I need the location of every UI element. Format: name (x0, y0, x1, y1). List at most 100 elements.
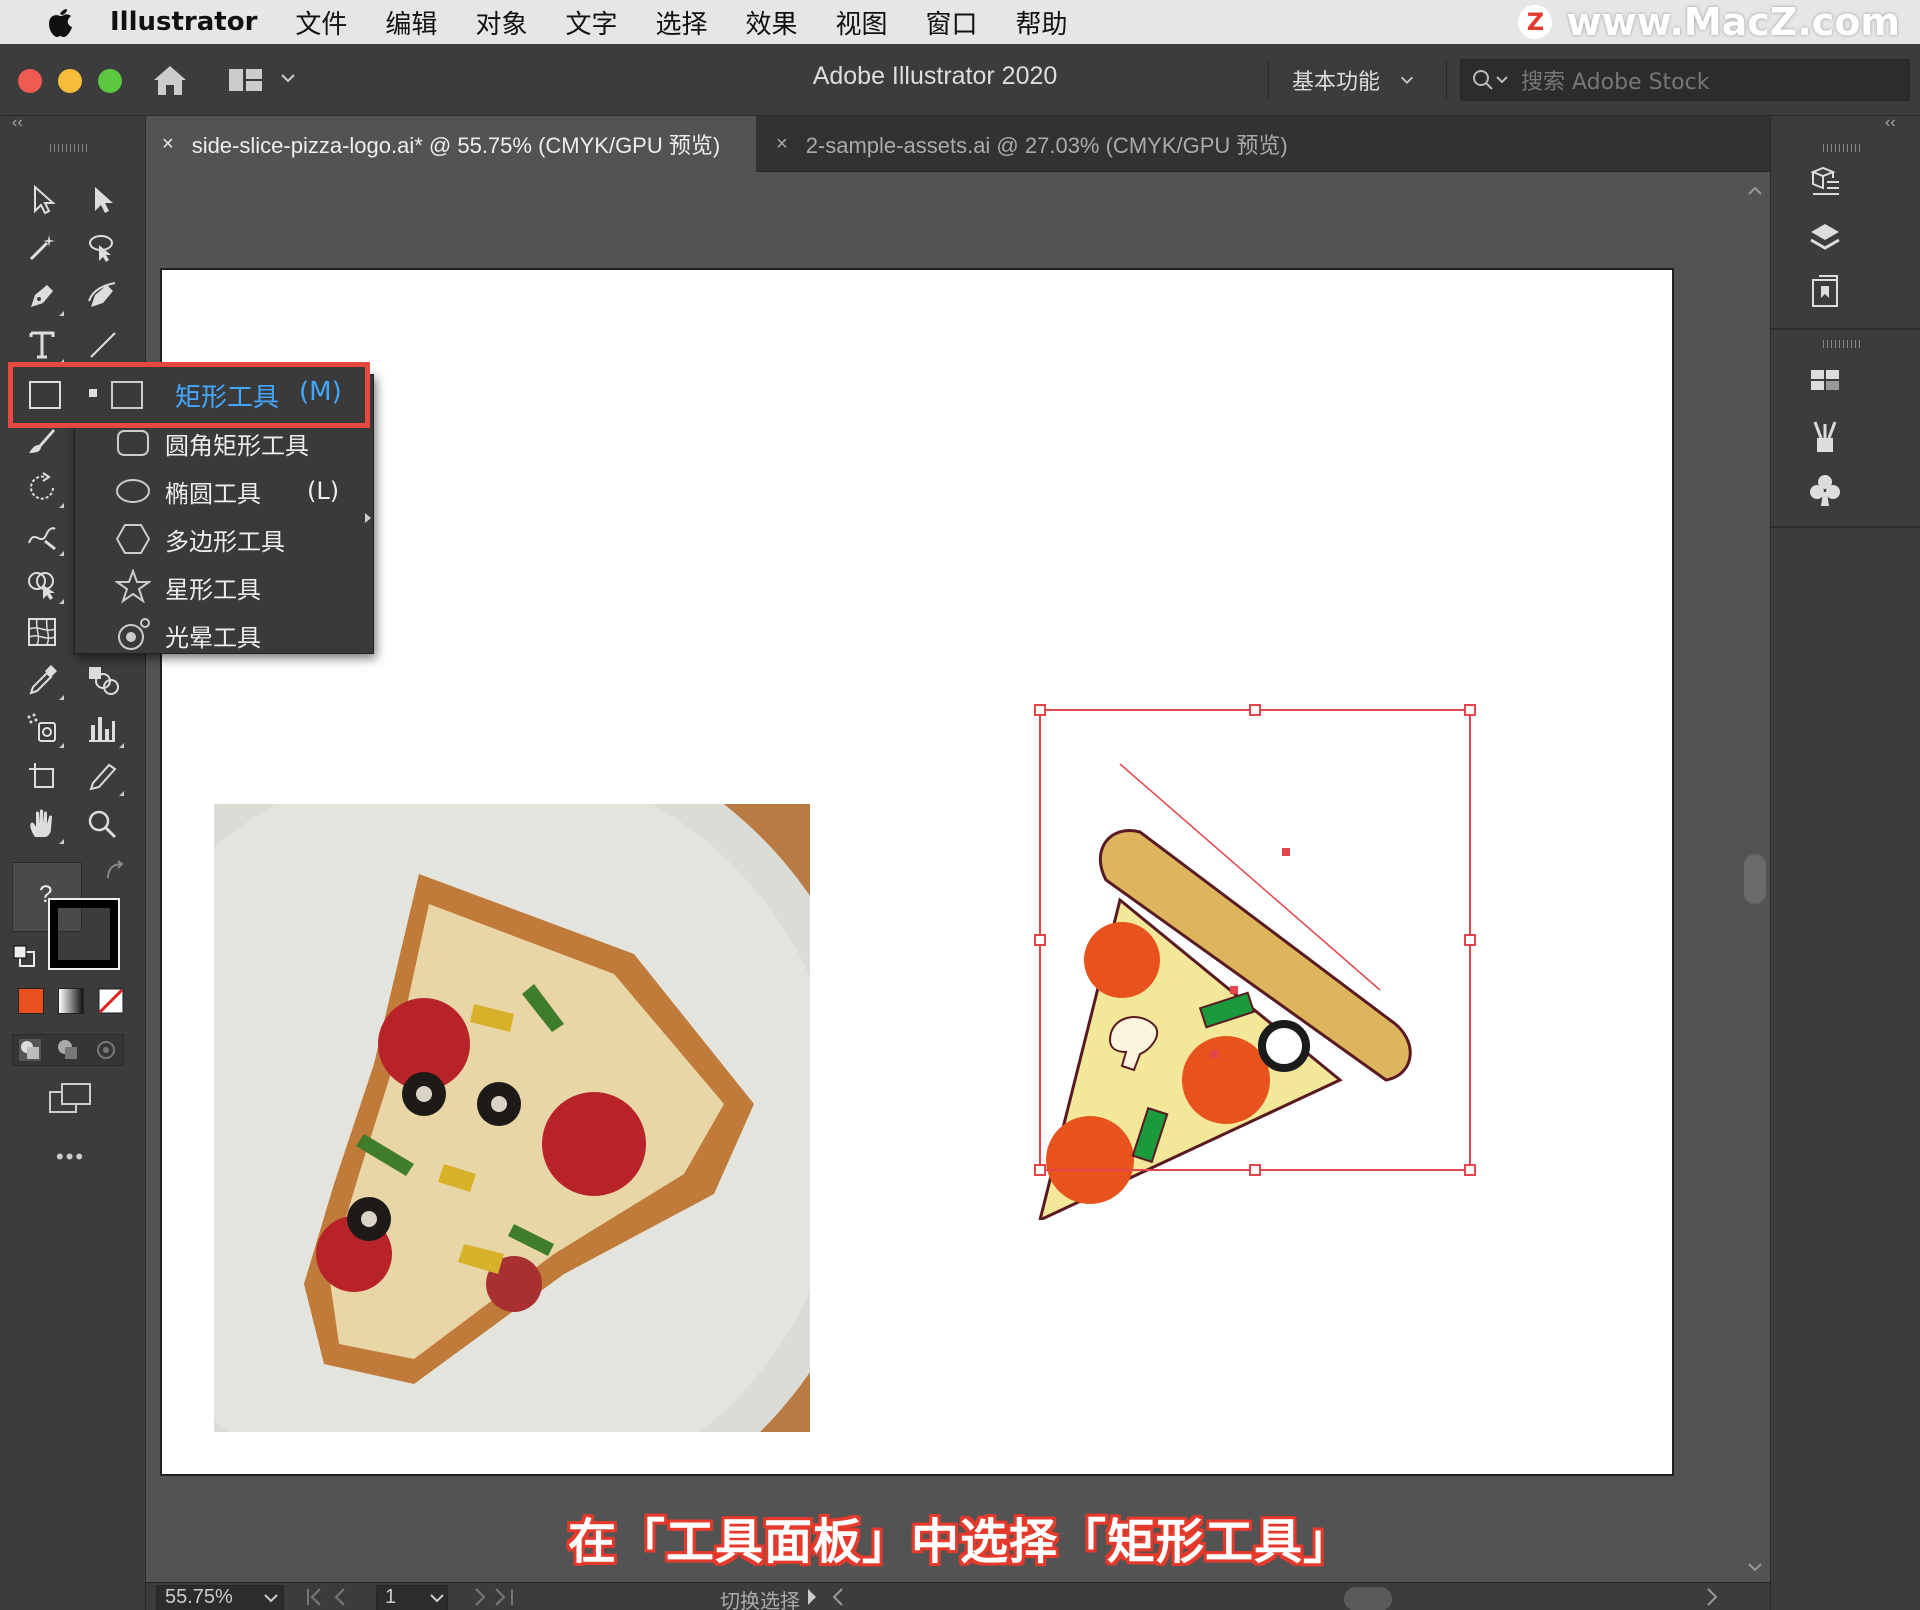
symbols-panel-icon[interactable] (1803, 470, 1847, 510)
draw-normal-icon[interactable] (17, 1037, 43, 1063)
swatches-panel-icon[interactable] (1803, 360, 1847, 400)
status-text[interactable]: 切换选择 (720, 1585, 800, 1610)
gradient-mode-button[interactable] (58, 988, 84, 1014)
stock-search-field[interactable]: 搜索 Adobe Stock (1460, 59, 1910, 101)
blend-tool-icon[interactable] (78, 658, 126, 702)
collapse-dock-icon[interactable]: ‹‹ (1885, 114, 1896, 132)
line-segment-tool-icon[interactable] (78, 322, 126, 366)
none-mode-button[interactable] (98, 988, 124, 1014)
flyout-item-polygon[interactable]: 多边形工具 (75, 515, 375, 563)
panel-grip[interactable] (50, 144, 90, 152)
type-tool-icon[interactable] (18, 322, 66, 366)
flyout-label: 光晕工具 (165, 623, 261, 652)
dock-grip[interactable] (1823, 340, 1863, 348)
menu-app-name[interactable]: Illustrator (110, 7, 257, 37)
menu-type[interactable]: 文字 (565, 4, 617, 41)
layers-panel-icon[interactable] (1803, 218, 1847, 258)
selection-tool-icon[interactable] (18, 178, 66, 222)
menu-window[interactable]: 窗口 (926, 4, 978, 41)
eyedropper-tool-icon[interactable] (18, 658, 66, 702)
tab-side-slice-pizza-logo[interactable]: × side-slice-pizza-logo.ai* @ 55.75% (CM… (146, 116, 756, 172)
canvas-area[interactable] (146, 172, 1740, 1582)
first-prev-artboard-icon[interactable] (302, 1585, 362, 1609)
brushes-panel-icon[interactable] (1803, 416, 1847, 456)
menu-help[interactable]: 帮助 (1016, 4, 1068, 41)
flare-icon (118, 618, 150, 650)
scroll-up-icon[interactable] (1746, 182, 1764, 200)
status-arrows-icon[interactable] (798, 1585, 868, 1609)
flyout-tearoff-icon[interactable] (363, 511, 373, 525)
hand-tool-icon[interactable] (18, 802, 66, 846)
vertical-scrollbar[interactable] (1740, 172, 1770, 1582)
direct-selection-tool-icon[interactable] (78, 178, 126, 222)
scroll-right-icon[interactable] (1700, 1585, 1724, 1609)
pizza-logo-vector[interactable] (1030, 700, 1510, 1220)
chevron-down-icon (1400, 76, 1414, 84)
tab-2-sample-assets[interactable]: × 2-sample-assets.ai @ 27.03% (CMYK/GPU … (760, 116, 1440, 172)
color-mode-button[interactable] (18, 988, 44, 1014)
flyout-label: 星形工具 (165, 575, 261, 604)
menu-file[interactable]: 文件 (295, 4, 347, 41)
app-title-bar: Adobe Illustrator 2020 基本功能 搜索 Adobe Sto… (0, 44, 1920, 116)
menu-view[interactable]: 视图 (836, 4, 888, 41)
curvature-tool-icon[interactable] (78, 274, 126, 318)
magic-wand-tool-icon[interactable] (18, 226, 66, 270)
warp-tool-icon[interactable] (18, 514, 66, 558)
rectangle-tool-highlight: 矩形工具 (M) (8, 362, 370, 428)
dock-divider (1771, 328, 1920, 330)
draw-mode-group (12, 1034, 124, 1066)
graph-tool-icon[interactable] (78, 706, 126, 750)
lasso-tool-icon[interactable] (78, 226, 126, 270)
flyout-shortcut-rectangle: (M) (299, 377, 342, 407)
rectangle-icon (111, 381, 143, 409)
zoom-tool-icon[interactable] (78, 802, 126, 846)
flyout-item-ellipse[interactable]: 椭圆工具 (L) (75, 467, 375, 515)
rectangle-tool-icon[interactable] (27, 377, 63, 413)
dock-grip[interactable] (1823, 144, 1863, 152)
macos-menu-bar: Illustrator 文件 编辑 对象 文字 选择 效果 视图 窗口 帮助 Z… (0, 0, 1920, 44)
swap-fill-stroke-icon[interactable] (104, 860, 126, 882)
polygon-icon (115, 524, 151, 554)
horizontal-scroll-thumb[interactable] (1344, 1587, 1392, 1610)
default-fill-stroke-icon[interactable] (12, 944, 38, 970)
slice-tool-icon[interactable] (78, 754, 126, 798)
menu-object[interactable]: 对象 (475, 4, 527, 41)
screen-mode-icon[interactable] (48, 1082, 94, 1118)
shape-builder-tool-icon[interactable] (18, 562, 66, 606)
menu-select[interactable]: 选择 (655, 4, 707, 41)
status-bar: 55.75% 1 切换选择 (146, 1582, 1770, 1610)
collapse-panel-icon[interactable]: ‹‹ (12, 114, 23, 132)
menu-effect[interactable]: 效果 (745, 4, 797, 41)
chevron-down-icon[interactable] (262, 1589, 280, 1607)
stroke-swatch[interactable] (48, 898, 120, 970)
pen-tool-icon[interactable] (18, 274, 66, 318)
current-tool-marker (89, 389, 97, 397)
rotate-tool-icon[interactable] (18, 466, 66, 510)
next-last-artboard-icon[interactable] (458, 1585, 518, 1609)
flyout-item-flare[interactable]: 光晕工具 (75, 611, 375, 659)
panel-dock: ‹‹ (1770, 114, 1920, 1610)
vertical-scroll-thumb[interactable] (1744, 854, 1766, 904)
flyout-item-star[interactable]: 星形工具 (75, 563, 375, 611)
apple-menu-icon[interactable] (40, 7, 80, 37)
edit-toolbar-button[interactable]: ••• (56, 1144, 85, 1170)
tutorial-caption: 在「工具面板」中选择「矩形工具」 (567, 1514, 1352, 1570)
libraries-panel-icon[interactable] (1803, 272, 1847, 312)
artboard[interactable] (160, 268, 1674, 1476)
properties-panel-icon[interactable] (1803, 162, 1847, 202)
menu-edit[interactable]: 编辑 (385, 4, 437, 41)
scroll-down-icon[interactable] (1746, 1558, 1764, 1576)
symbol-sprayer-tool-icon[interactable] (18, 706, 66, 750)
workspace-label: 基本功能 (1292, 70, 1381, 95)
pizza-photo[interactable] (214, 804, 810, 1432)
search-icon (1473, 70, 1508, 90)
draw-inside-icon[interactable] (93, 1037, 119, 1063)
draw-behind-icon[interactable] (55, 1037, 81, 1063)
chevron-down-icon[interactable] (428, 1589, 446, 1607)
workspace-switcher[interactable]: 基本功能 (1292, 64, 1416, 96)
close-tab-icon[interactable]: × (162, 133, 174, 156)
document-tab-bar: × side-slice-pizza-logo.ai* @ 55.75% (CM… (146, 116, 1770, 172)
close-tab-icon[interactable]: × (776, 133, 788, 156)
artboard-tool-icon[interactable] (18, 754, 66, 798)
mesh-tool-icon[interactable] (18, 610, 66, 654)
